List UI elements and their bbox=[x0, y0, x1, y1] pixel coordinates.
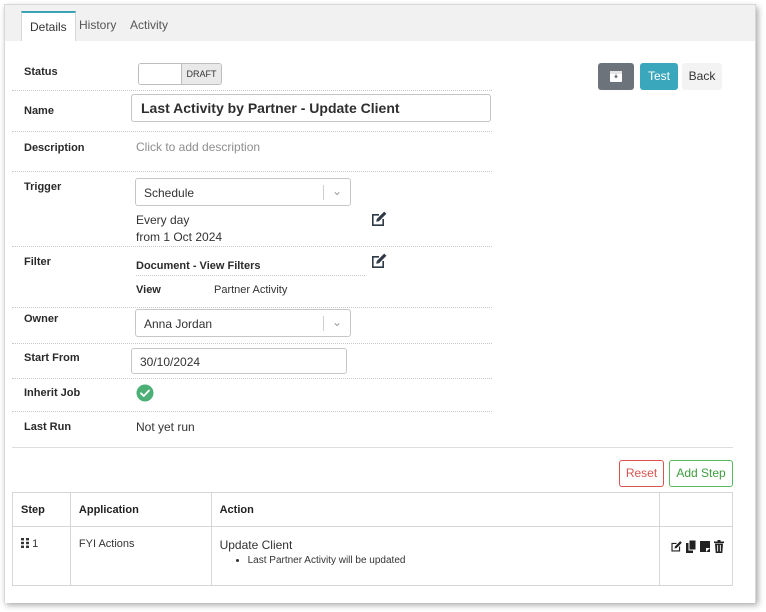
archive-button[interactable] bbox=[598, 63, 634, 90]
trigger-label: Trigger bbox=[24, 181, 62, 193]
last-run-label: Last Run bbox=[24, 421, 72, 433]
filter-title[interactable]: Document - View Filters bbox=[136, 260, 261, 272]
steps-table: Step Application Action 1 FYI Actions Up… bbox=[12, 492, 734, 586]
trigger-schedule-start: from 1 Oct 2024 bbox=[136, 230, 223, 244]
start-from-date-field[interactable]: 30/10/2024 bbox=[131, 348, 347, 374]
tab-activity-label: Activity bbox=[130, 18, 169, 32]
tab-bar: Details History Activity bbox=[5, 5, 755, 41]
inherit-job-label: Inherit Job bbox=[24, 387, 81, 399]
action-cell: Update Client Last Partner Activity will… bbox=[210, 526, 660, 586]
column-header-action: Action bbox=[210, 492, 660, 527]
details-panel: Test Back Status DRAFT Name Last Activit… bbox=[5, 41, 755, 603]
trigger-select-value: Schedule bbox=[144, 186, 195, 200]
action-title: Update Client bbox=[219, 538, 293, 552]
table-header-row: Step Application Action bbox=[12, 492, 734, 527]
description-placeholder[interactable]: Click to add description bbox=[136, 140, 260, 154]
step-number: 1 bbox=[32, 538, 39, 550]
last-run-row: Last Run Not yet run bbox=[12, 412, 492, 445]
owner-select[interactable]: Anna Jordan ⌄ bbox=[135, 309, 351, 337]
trigger-select[interactable]: Schedule ⌄ bbox=[135, 178, 351, 206]
toggle-knob bbox=[139, 64, 181, 84]
trigger-schedule-frequency: Every day bbox=[136, 213, 190, 227]
owner-select-value: Anna Jordan bbox=[144, 317, 213, 331]
trigger-row: Trigger Schedule ⌄ Every day from 1 Oct … bbox=[12, 172, 492, 247]
name-label: Name bbox=[24, 105, 54, 117]
column-header-actions bbox=[658, 492, 734, 527]
tab-details-label: Details bbox=[30, 20, 67, 34]
drag-handle-icon[interactable] bbox=[21, 538, 29, 548]
action-bullet: Last Partner Activity will be updated bbox=[248, 555, 651, 566]
table-row: 1 FYI Actions Update Client Last Partner… bbox=[12, 526, 734, 586]
filter-label: Filter bbox=[24, 256, 51, 268]
owner-row: Owner Anna Jordan ⌄ bbox=[12, 308, 492, 344]
trigger-edit-icon[interactable] bbox=[370, 210, 388, 228]
filter-row: Filter Document - View Filters View Part… bbox=[12, 247, 492, 308]
application-cell: FYI Actions bbox=[69, 526, 212, 586]
status-toggle[interactable]: DRAFT bbox=[138, 63, 222, 85]
test-button[interactable]: Test bbox=[640, 63, 678, 90]
section-divider bbox=[12, 447, 733, 448]
filter-divider bbox=[136, 275, 365, 276]
owner-label: Owner bbox=[24, 313, 59, 325]
archive-icon bbox=[610, 71, 622, 82]
start-from-label: Start From bbox=[24, 352, 80, 364]
description-label: Description bbox=[24, 142, 85, 154]
filter-edit-icon[interactable] bbox=[370, 252, 388, 270]
select-separator bbox=[323, 316, 324, 331]
status-label: Status bbox=[24, 66, 58, 78]
check-circle-icon[interactable] bbox=[136, 384, 154, 402]
status-row: Status DRAFT bbox=[12, 49, 492, 91]
copy-icon[interactable] bbox=[685, 539, 697, 553]
chevron-down-icon: ⌄ bbox=[331, 184, 342, 198]
add-step-button[interactable]: Add Step bbox=[669, 460, 733, 487]
back-button[interactable]: Back bbox=[682, 63, 722, 90]
chevron-down-icon: ⌄ bbox=[331, 315, 342, 329]
row-actions-cell bbox=[658, 526, 734, 586]
workflow-window: Details History Activity Test Back Statu… bbox=[4, 4, 756, 603]
filter-view-value: Partner Activity bbox=[214, 284, 288, 296]
edit-icon[interactable] bbox=[670, 540, 683, 553]
action-bullet-list: Last Partner Activity will be updated bbox=[220, 555, 651, 566]
tab-activity[interactable]: Activity bbox=[122, 11, 176, 41]
name-field[interactable]: Last Activity by Partner - Update Client bbox=[131, 94, 491, 122]
trash-icon[interactable] bbox=[713, 540, 724, 553]
status-badge: DRAFT bbox=[181, 64, 221, 84]
reset-button[interactable]: Reset bbox=[619, 460, 664, 487]
description-row: Description Click to add description bbox=[12, 132, 492, 172]
column-header-step: Step bbox=[12, 492, 71, 527]
select-separator bbox=[323, 185, 324, 200]
row-action-icons bbox=[668, 538, 724, 556]
tab-history[interactable]: History bbox=[71, 11, 124, 41]
filter-view-label: View bbox=[136, 284, 161, 296]
column-header-application: Application bbox=[69, 492, 212, 527]
tab-history-label: History bbox=[79, 18, 117, 32]
paste-icon[interactable] bbox=[699, 540, 711, 553]
inherit-job-row: Inherit Job bbox=[12, 379, 492, 412]
step-cell: 1 bbox=[12, 526, 71, 586]
tab-details[interactable]: Details bbox=[21, 11, 76, 41]
last-run-value: Not yet run bbox=[136, 420, 195, 434]
